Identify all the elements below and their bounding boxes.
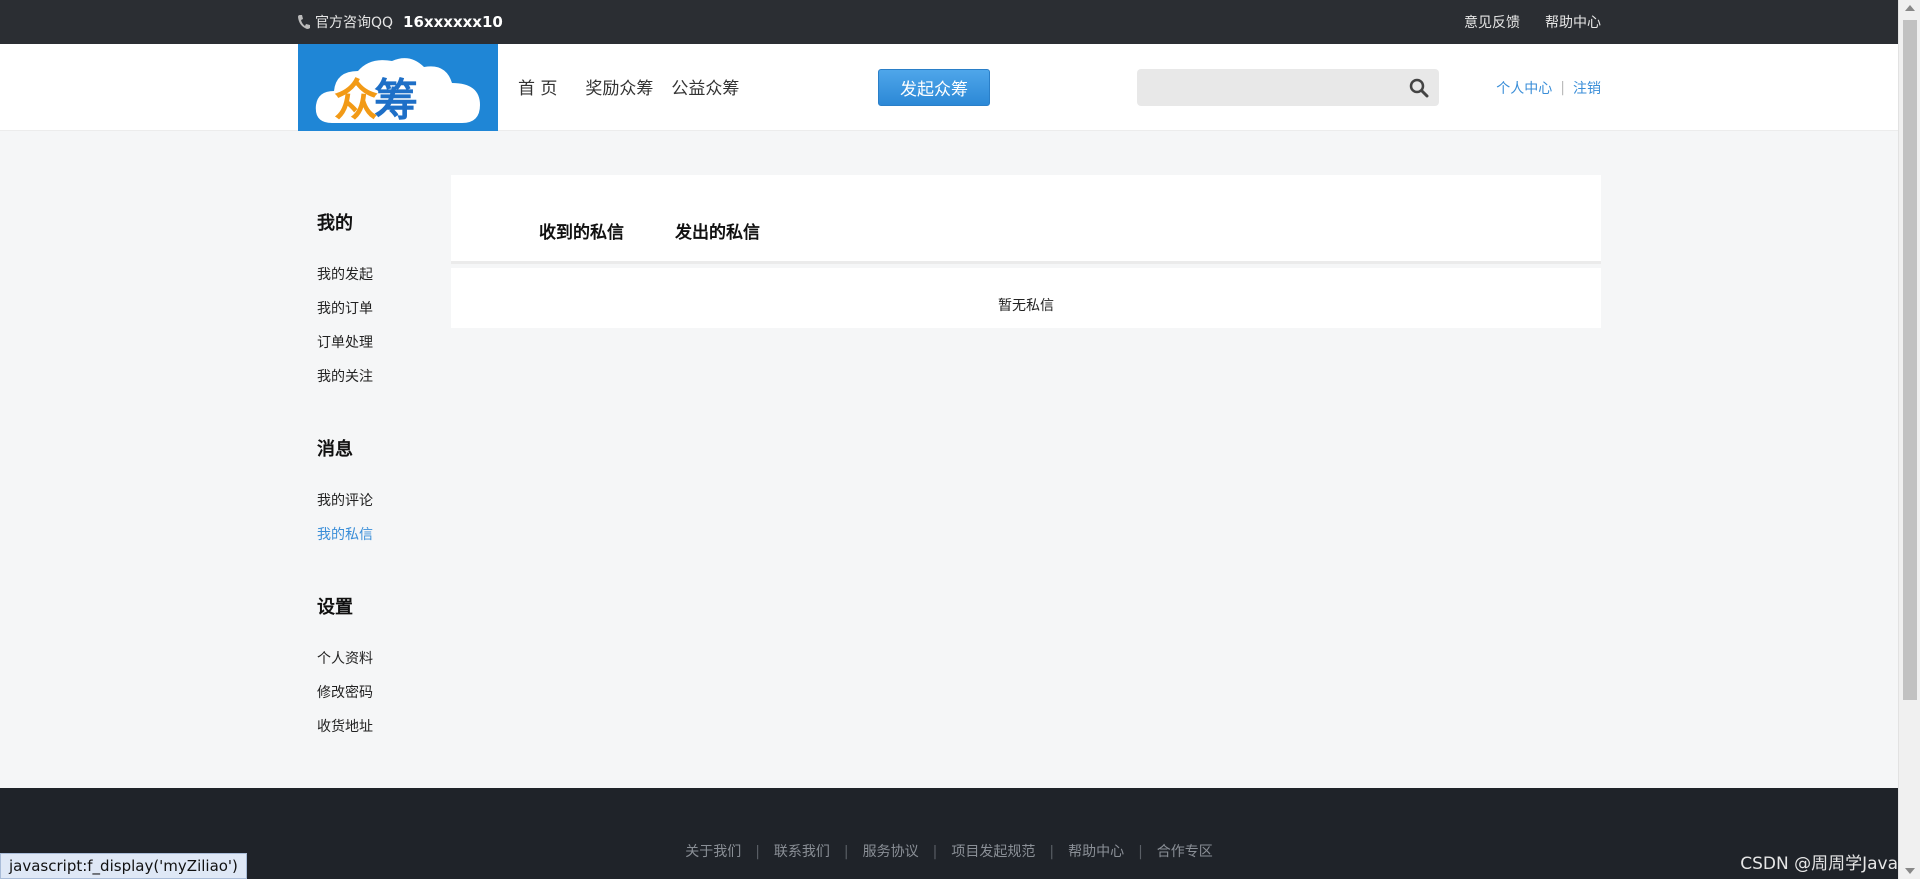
- nav-charity-crowdfunding[interactable]: 公益众筹: [671, 74, 739, 99]
- footer-link-help[interactable]: 帮助中心: [1068, 844, 1124, 860]
- contact-info: 官方咨询QQ 16xxxxxx10: [297, 12, 503, 32]
- header: 众筹 首 页 奖励众筹 公益众筹 发起众筹 个人中心 | 注销: [0, 44, 1898, 131]
- footer-link-terms[interactable]: 服务协议: [863, 844, 919, 860]
- sidebar-section-title: 消息: [317, 439, 353, 460]
- message-list: 暂无私信: [451, 268, 1601, 328]
- footer-link-about[interactable]: 关于我们: [685, 844, 741, 860]
- sidebar-item-my-launches[interactable]: 我的发起: [317, 258, 373, 292]
- divider: |: [1560, 80, 1565, 96]
- scroll-up-icon[interactable]: [1905, 5, 1915, 11]
- footer-link-project-rules[interactable]: 项目发起规范: [951, 844, 1035, 860]
- search-input[interactable]: [1145, 75, 1395, 99]
- empty-state-text: 暂无私信: [998, 298, 1054, 314]
- site-logo[interactable]: 众筹: [298, 44, 498, 131]
- tab-received-messages[interactable]: 收到的私信: [539, 218, 624, 243]
- feedback-link[interactable]: 意见反馈: [1464, 12, 1520, 32]
- sidebar-item-change-password[interactable]: 修改密码: [317, 676, 373, 710]
- footer-link-contact[interactable]: 联系我们: [774, 844, 830, 860]
- sidebar-item-profile[interactable]: 个人资料: [317, 642, 373, 676]
- nav-home[interactable]: 首 页: [518, 74, 557, 99]
- logout-link[interactable]: 注销: [1573, 78, 1601, 98]
- top-links: 意见反馈 帮助中心: [1464, 12, 1601, 32]
- footer: 关于我们 | 联系我们 | 服务协议 | 项目发起规范 | 帮助中心 | 合作专区: [0, 788, 1898, 879]
- help-center-link[interactable]: 帮助中心: [1545, 12, 1601, 32]
- browser-status-bar: javascript:f_display('myZiliao'): [0, 853, 247, 879]
- sidebar-item-my-orders[interactable]: 我的订单: [317, 292, 373, 326]
- launch-crowdfunding-button[interactable]: 发起众筹: [878, 69, 990, 106]
- tab-sent-messages[interactable]: 发出的私信: [675, 218, 760, 243]
- logo-text: 众筹: [334, 75, 418, 126]
- watermark: CSDN @周周学Java: [1740, 854, 1898, 874]
- contact-label: 官方咨询QQ: [315, 15, 394, 31]
- scrollbar-thumb[interactable]: [1903, 20, 1917, 700]
- sidebar-item-my-comments[interactable]: 我的评论: [317, 484, 373, 518]
- contact-number: 16xxxxxx10: [403, 13, 503, 31]
- footer-links: 关于我们 | 联系我们 | 服务协议 | 项目发起规范 | 帮助中心 | 合作专区: [685, 844, 1213, 860]
- sidebar-section-title: 设置: [317, 597, 353, 618]
- sidebar-item-my-follows[interactable]: 我的关注: [317, 360, 373, 394]
- sidebar-item-shipping-address[interactable]: 收货地址: [317, 710, 373, 744]
- sidebar-section-settings: 设置 个人资料 修改密码 收货地址: [317, 593, 373, 744]
- main-nav: 首 页 奖励众筹 公益众筹: [518, 74, 757, 99]
- search-box: [1137, 69, 1439, 106]
- user-links: 个人中心 | 注销: [1496, 78, 1601, 98]
- user-center-link[interactable]: 个人中心: [1496, 78, 1552, 98]
- sidebar-section-title: 我的: [317, 213, 353, 234]
- nav-reward-crowdfunding[interactable]: 奖励众筹: [585, 74, 653, 99]
- message-tabs: 收到的私信 发出的私信: [451, 175, 1601, 264]
- search-icon[interactable]: [1409, 78, 1429, 98]
- top-bar: 官方咨询QQ 16xxxxxx10 意见反馈 帮助中心: [0, 0, 1898, 44]
- sidebar-section-mine: 我的 我的发起 我的订单 订单处理 我的关注: [317, 209, 373, 394]
- sidebar-item-order-processing[interactable]: 订单处理: [317, 326, 373, 360]
- phone-icon: [298, 15, 310, 29]
- scroll-down-icon[interactable]: [1905, 868, 1915, 874]
- sidebar-item-my-messages[interactable]: 我的私信: [317, 518, 373, 552]
- footer-link-cooperation[interactable]: 合作专区: [1157, 844, 1213, 860]
- sidebar-section-messages: 消息 我的评论 我的私信: [317, 435, 373, 552]
- page-scrollbar[interactable]: [1898, 0, 1920, 879]
